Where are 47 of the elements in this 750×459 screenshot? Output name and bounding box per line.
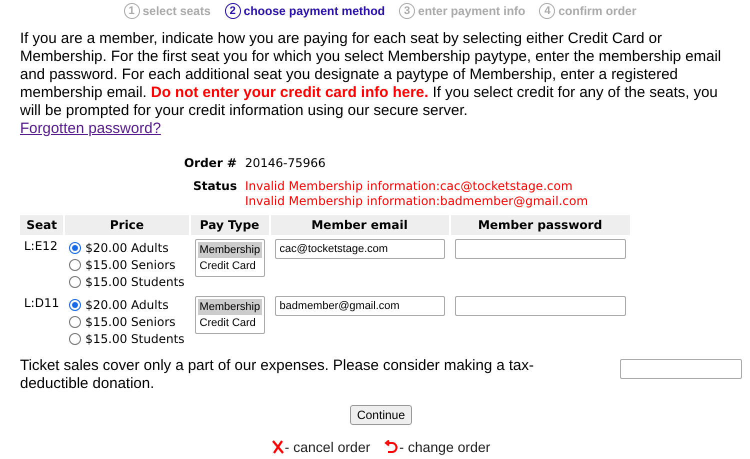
order-number: 20146-75966 <box>244 156 327 170</box>
member-password-field[interactable] <box>454 239 626 259</box>
pay-type-option[interactable]: Credit Card <box>198 315 262 331</box>
pay-type-list[interactable]: Membership Credit Card <box>194 296 265 334</box>
price-label: $20.00 Adults <box>85 240 169 254</box>
price-radio[interactable] <box>69 332 82 344</box>
continue-button[interactable]: Continue <box>350 405 412 425</box>
price-label: $20.00 Adults <box>85 298 169 312</box>
status-message: Invalid Membership information:cac@tocketstage.com <box>244 179 574 194</box>
donation-text: Ticket sales cover only a part of our expenses. Please consider making a tax-deductible donation. <box>20 357 535 393</box>
column-header: Member password <box>450 215 630 235</box>
price-label: $15.00 Students <box>85 274 185 288</box>
step-indicator: 4 confirm order <box>539 3 636 19</box>
column-header: Pay Type <box>190 215 269 235</box>
price-radio[interactable] <box>69 316 82 328</box>
column-header: Seat <box>20 215 64 235</box>
member-email-field[interactable]: badmember@gmail.com <box>274 296 445 316</box>
price-radio[interactable] <box>69 298 82 310</box>
status-label: Status <box>193 179 237 193</box>
status-message: Invalid Membership information:badmember@gmail.com <box>244 194 590 209</box>
cancel-icon <box>272 440 284 454</box>
cancel-order-link[interactable]: - cancel order <box>284 439 370 455</box>
change-order-link[interactable]: - change order <box>399 439 490 455</box>
price-radio[interactable] <box>69 242 82 254</box>
member-email-field[interactable]: cac@tocketstage.com <box>274 239 445 259</box>
seat-label: L:E12 <box>24 239 58 253</box>
price-label: $15.00 Seniors <box>85 314 176 328</box>
instructions-text: If you are a member, indicate how you are paying for each seat by selecting either Credit Card or Membership. For the first seat you for which you select Membership paytype, enter the membership email and password. For each additional seat you designate a paytype of Membership, enter a registered membership email. Do not enter your credit card info here. If you select credit for any of the seats, you will be prompted for your credit information using our secure server. <box>20 30 722 120</box>
pay-type-option[interactable]: Credit Card <box>198 258 262 274</box>
undo-arrow-icon <box>384 440 398 454</box>
price-radio[interactable] <box>69 258 82 270</box>
step-indicator: 3 enter payment info <box>399 3 526 19</box>
forgotten-password-link[interactable]: Forgotten password? <box>20 120 161 137</box>
price-label: $15.00 Students <box>85 332 185 346</box>
price-radio[interactable] <box>69 276 82 288</box>
step-indicator: 1 select seats <box>124 3 211 19</box>
price-label: $15.00 Seniors <box>85 258 176 272</box>
seat-label: L:D11 <box>24 296 60 310</box>
member-password-field[interactable] <box>454 296 626 316</box>
pay-type-list[interactable]: Membership Credit Card <box>194 239 265 277</box>
pay-type-option[interactable]: Membership <box>198 242 262 258</box>
order-label: Order # <box>184 156 237 170</box>
column-header: Member email <box>270 215 449 235</box>
column-header: Price <box>65 215 189 235</box>
donation-field[interactable] <box>620 359 742 379</box>
step-indicator: 2 choose payment method <box>224 3 386 19</box>
pay-type-option[interactable]: Membership <box>198 299 262 315</box>
